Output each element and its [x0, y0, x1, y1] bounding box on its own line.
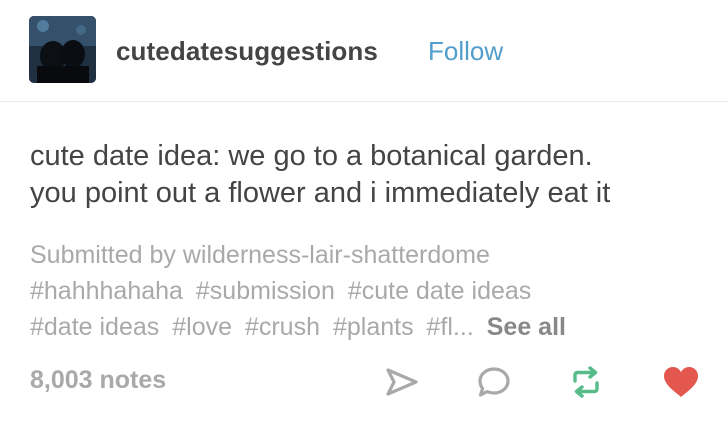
submitted-by[interactable]: Submitted by wilderness-lair-shatterdome	[30, 237, 710, 273]
reblog-button[interactable]	[566, 362, 606, 402]
tag-list: #date ideas #love #crush #plants #fl... …	[30, 309, 710, 345]
like-button[interactable]	[661, 362, 701, 402]
see-all-link[interactable]: See all	[487, 313, 566, 341]
tag-list: #hahhhahaha #submission #cute date ideas	[30, 273, 710, 309]
blog-name[interactable]: cutedatesuggestions	[116, 36, 378, 67]
tag[interactable]: #cute date ideas	[348, 277, 531, 305]
tag[interactable]: #hahhhahaha	[30, 277, 183, 305]
tag[interactable]: #love	[172, 313, 232, 341]
tag[interactable]: #crush	[245, 313, 320, 341]
like-icon	[664, 367, 698, 397]
tag[interactable]: #fl...	[427, 313, 474, 341]
post-body: cute date idea: we go to a botanical gar…	[30, 138, 710, 212]
post-text-line: cute date idea: we go to a botanical gar…	[30, 140, 593, 172]
avatar[interactable]	[29, 16, 96, 83]
reblog-icon	[573, 366, 599, 398]
share-button[interactable]	[382, 362, 422, 402]
notes-count[interactable]: 8,003 notes	[30, 366, 166, 395]
post-text-line: you point out a flower and i immediately…	[30, 177, 611, 209]
tag[interactable]: #plants	[333, 313, 414, 341]
avatar-image	[29, 16, 96, 83]
post-header: cutedatesuggestions Follow	[0, 0, 728, 102]
reply-button[interactable]	[474, 362, 514, 402]
reply-icon	[478, 367, 510, 397]
post-meta: Submitted by wilderness-lair-shatterdome…	[30, 237, 710, 345]
post-footer: 8,003 notes	[0, 356, 728, 406]
tag[interactable]: #date ideas	[30, 313, 159, 341]
tag[interactable]: #submission	[196, 277, 335, 305]
share-icon	[386, 368, 418, 396]
follow-button[interactable]: Follow	[428, 36, 503, 67]
